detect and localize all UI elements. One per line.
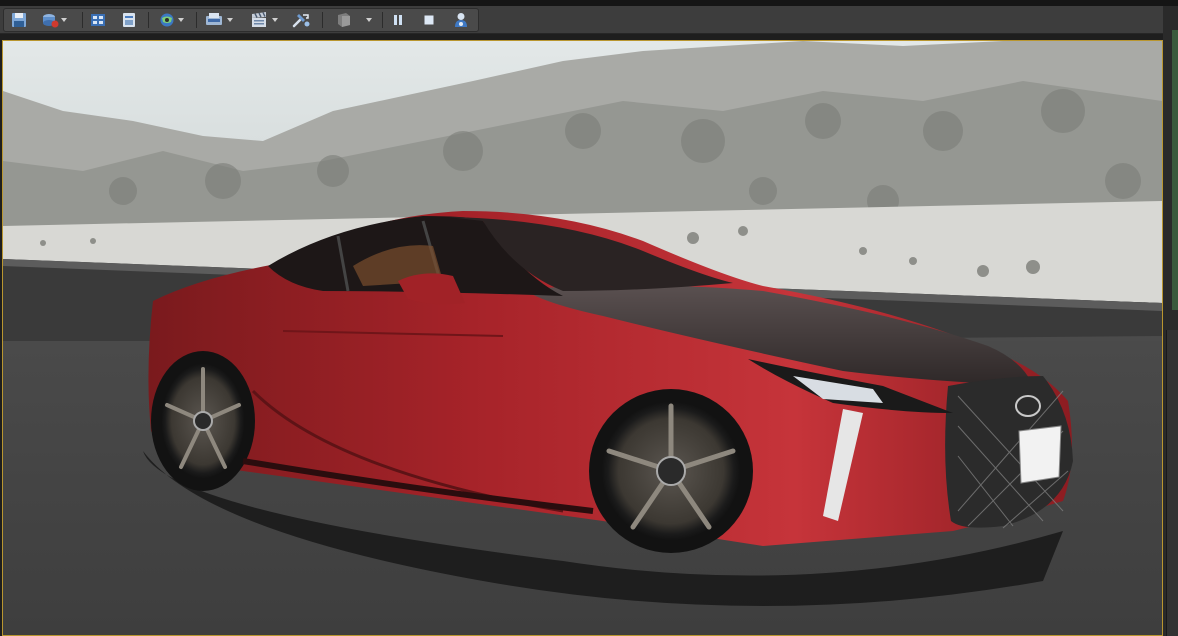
settings-button[interactable] xyxy=(154,11,188,29)
content-browser-icon xyxy=(91,14,105,26)
toolbar-separator xyxy=(382,12,383,28)
stop-icon xyxy=(424,15,434,25)
side-panel-tab[interactable] xyxy=(1172,30,1178,310)
toolbar-separator xyxy=(82,12,83,28)
editor-window xyxy=(0,0,1178,636)
save-button[interactable] xyxy=(10,11,28,29)
blueprints-icon xyxy=(206,13,222,25)
pause-button[interactable] xyxy=(388,11,408,29)
source-control-icon xyxy=(43,14,59,28)
clapperboard-icon xyxy=(252,12,266,27)
eject-button[interactable] xyxy=(450,11,472,29)
possess-pawn-icon xyxy=(455,13,467,27)
main-toolbar xyxy=(0,6,1163,34)
chevron-down-icon xyxy=(366,18,372,22)
build-button[interactable] xyxy=(290,11,312,29)
chevron-down-icon xyxy=(178,18,184,22)
toolbar-button-group xyxy=(3,8,479,32)
stop-button[interactable] xyxy=(419,11,439,29)
floppy-disk-icon xyxy=(12,13,26,27)
marketplace-button[interactable] xyxy=(119,11,139,29)
side-panel-scrollbar[interactable] xyxy=(1166,330,1178,636)
toolbar-separator xyxy=(196,12,197,28)
chevron-down-icon xyxy=(61,18,67,22)
world-settings-icon xyxy=(160,13,174,27)
chevron-down-icon xyxy=(227,18,233,22)
pause-icon xyxy=(394,15,402,25)
level-viewport[interactable] xyxy=(2,40,1163,636)
toolbar-separator xyxy=(148,12,149,28)
play-icon xyxy=(338,13,350,27)
build-icon xyxy=(292,14,310,28)
blueprints-button[interactable] xyxy=(202,11,236,29)
cinematics-button[interactable] xyxy=(247,11,281,29)
play-button[interactable] xyxy=(330,11,376,29)
toolbar-separator xyxy=(322,12,323,28)
car-render-viewport xyxy=(3,41,1162,635)
chevron-down-icon xyxy=(272,18,278,22)
marketplace-icon xyxy=(123,13,135,27)
source-control-button[interactable] xyxy=(38,11,70,29)
content-button[interactable] xyxy=(88,11,108,29)
